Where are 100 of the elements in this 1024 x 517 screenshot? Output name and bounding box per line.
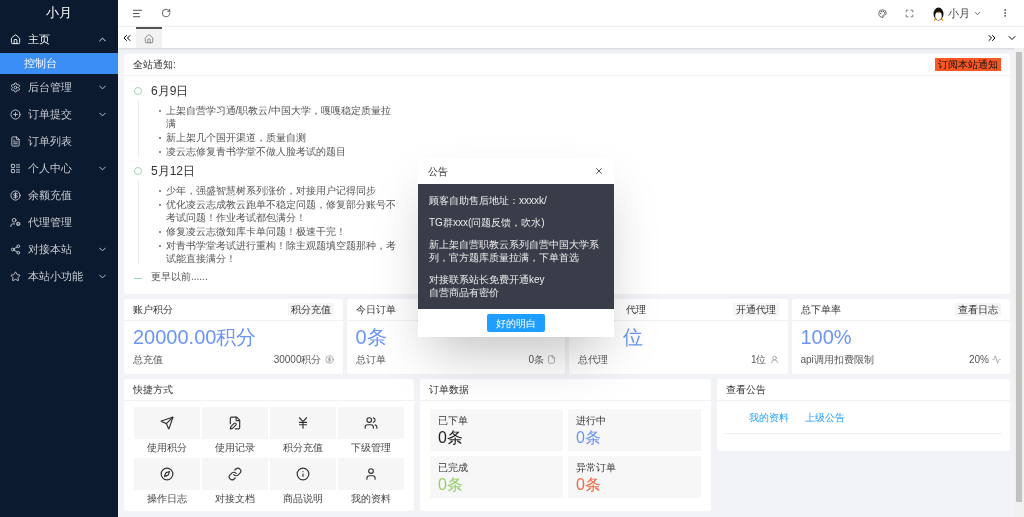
- card-title: 账户积分: [133, 303, 173, 317]
- card-title: 订单数据: [429, 383, 469, 397]
- order-stat-value: 0条: [576, 428, 602, 448]
- notice-item: 上架自营学习通/职教云/中国大学，嘎嘎稳定质量拉满: [165, 104, 393, 130]
- user-name[interactable]: 小月: [948, 4, 970, 22]
- stat-label: 总代理: [578, 353, 608, 367]
- stat-value: 0条: [355, 325, 387, 349]
- dialog-paragraph: 顾客自助售后地址：xxxxk/: [429, 194, 548, 207]
- document-icon: [547, 355, 556, 364]
- avatar-icon[interactable]: [932, 5, 945, 21]
- card-title: 代理: [625, 303, 646, 317]
- dialog-paragraph: TG群xxx(问题反馈，吹水): [429, 216, 546, 229]
- nav-item[interactable]: 对接本站: [0, 236, 118, 263]
- plus-circle-icon: [10, 109, 21, 120]
- shortcut-item[interactable]: 我的资料: [338, 458, 404, 507]
- stat-label: api调用扣费限制: [800, 353, 874, 367]
- close-icon[interactable]: [594, 166, 604, 176]
- order-stat-label: 已完成: [438, 461, 469, 475]
- timeline-date: 5月12日: [151, 163, 196, 180]
- star-icon: [10, 271, 21, 282]
- card-title: 总下单率: [800, 303, 841, 317]
- order-stat-label: 异常订单: [576, 461, 617, 475]
- card-action-button[interactable]: 查看日志: [955, 303, 1001, 316]
- order-stat-label: 进行中: [576, 414, 607, 428]
- paper-plane-icon: [160, 416, 174, 430]
- dialog-title: 公告: [428, 164, 448, 179]
- shortcut-item[interactable]: 商品说明: [270, 458, 336, 507]
- coin-icon: [324, 355, 334, 364]
- user-icon: [769, 355, 779, 364]
- yen-icon: [296, 416, 310, 430]
- stat-label: 总订单: [355, 353, 386, 367]
- nav-item[interactable]: 订单列表: [0, 128, 118, 155]
- home-icon: [144, 33, 154, 44]
- notice-item: 修复凌云志微知库卡单问题！极速干完！: [165, 225, 346, 238]
- dialog-paragraph: 对接联系站长免费开通key 自营商品有密价: [429, 273, 546, 299]
- nav-item[interactable]: 本站小功能: [0, 263, 118, 290]
- nav-item[interactable]: 代理管理: [0, 209, 118, 236]
- card-action-button[interactable]: 积分充值: [287, 303, 334, 316]
- user-icon: [10, 217, 21, 228]
- stat-value: 位: [623, 325, 643, 349]
- subscribe-badge[interactable]: 订阅本站通知: [935, 58, 1001, 71]
- shortcut-label: 下级管理: [351, 441, 391, 455]
- nav-item[interactable]: 后台管理: [0, 74, 118, 101]
- list-icon: [10, 163, 21, 174]
- shortcut-label: 对接文档: [215, 492, 255, 506]
- palette-icon[interactable]: [878, 8, 887, 18]
- notice-item: 优化凌云志成教云跑单不稳定问题，修复部分账号不考试问题！作业考试都包满分！: [165, 198, 397, 224]
- document-icon: [228, 416, 242, 430]
- share-icon: [10, 244, 21, 255]
- nav-item[interactable]: 余额充值: [0, 182, 118, 209]
- card-title: 快捷方式: [133, 383, 173, 397]
- pulse-icon: [992, 355, 1001, 364]
- refresh-icon[interactable]: [161, 8, 171, 18]
- menu-icon[interactable]: [132, 7, 143, 19]
- shortcut-label: 商品说明: [283, 492, 323, 506]
- coin-icon: [10, 190, 21, 201]
- shortcut-item[interactable]: 下级管理: [338, 407, 404, 456]
- order-stat-label: 已下单: [438, 414, 469, 428]
- card-title: 全站通知:: [133, 58, 176, 72]
- stat-footer-value: 1位: [750, 353, 767, 367]
- stat-footer-value: 0条: [528, 353, 544, 367]
- timeline-more: 更早以前......: [151, 270, 208, 284]
- shortcut-label: 使用记录: [215, 441, 255, 455]
- notice-item: 少年，强盛智慧树系列涨价，对接用户记得同步: [165, 184, 376, 197]
- order-stat-value: 0条: [576, 475, 602, 495]
- app-title: 小月: [45, 4, 73, 23]
- dialog-paragraph: 新上架自营职教云系列自营中国大学系列，官方题库质量拉满，下单首选: [429, 238, 600, 264]
- link-icon: [228, 467, 242, 481]
- shortcut-item[interactable]: 使用记录: [202, 407, 268, 456]
- card-title: 今日订单: [355, 303, 396, 317]
- fullscreen-icon[interactable]: [905, 8, 914, 18]
- stat-value: 100%: [800, 325, 852, 349]
- order-stat-value: 0条: [438, 475, 464, 495]
- shortcut-item[interactable]: 对接文档: [202, 458, 268, 507]
- timeline-date: 6月9日: [151, 83, 189, 100]
- shortcut-label: 操作日志: [147, 492, 187, 506]
- notice-item: 对青书学堂考试进行重构！除主观题填空题那种，考试能直接满分！: [165, 239, 397, 265]
- shortcut-label: 我的资料: [351, 492, 391, 506]
- stat-label: 总充值: [133, 353, 163, 367]
- info-icon: [296, 467, 310, 481]
- card-action-button[interactable]: 开通代理: [732, 303, 779, 316]
- shortcut-label: 积分充值: [283, 441, 323, 455]
- document-icon: [10, 136, 21, 147]
- shortcut-item[interactable]: 操作日志: [134, 458, 200, 507]
- shortcut-item[interactable]: 积分充值: [270, 407, 336, 456]
- gear-icon: [10, 82, 21, 93]
- stat-footer-value: 30000积分: [273, 353, 322, 367]
- home-tab[interactable]: [136, 27, 162, 48]
- notice-item: 凌云志修复青书学堂不做人脸考试的题目: [165, 145, 346, 158]
- stat-value: 20000.00积分: [133, 325, 257, 349]
- scrollbar[interactable]: [1014, 48, 1024, 517]
- home-icon: [10, 34, 21, 45]
- shortcut-item[interactable]: 使用积分: [134, 407, 200, 456]
- nav-item[interactable]: 个人中心: [0, 155, 118, 182]
- compass-icon: [160, 467, 174, 481]
- shortcut-label: 使用积分: [147, 441, 187, 455]
- order-stat-value: 0条: [438, 428, 464, 448]
- nav-item[interactable]: 主页: [0, 26, 118, 53]
- nav-item[interactable]: 订单提交: [0, 101, 118, 128]
- user-icon: [364, 467, 378, 481]
